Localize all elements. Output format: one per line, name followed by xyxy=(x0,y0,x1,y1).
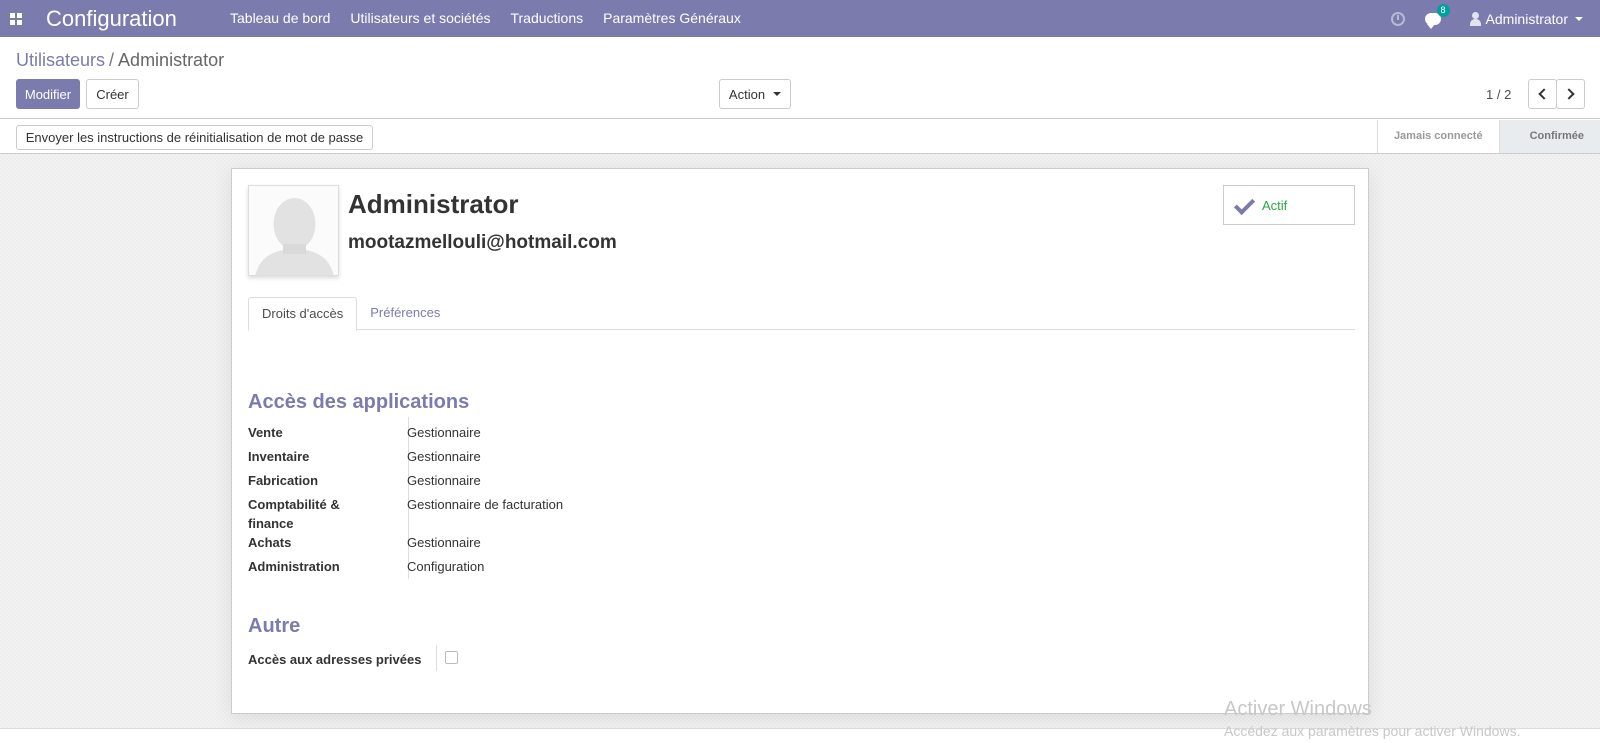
field-label: Vente xyxy=(248,425,283,440)
app-title: Configuration xyxy=(46,5,177,31)
breadcrumb-separator: / xyxy=(109,50,115,70)
field-label: Comptabilité & finance xyxy=(248,497,340,531)
check-icon xyxy=(1232,194,1254,216)
user-avatar-image[interactable] xyxy=(248,185,339,276)
field-label: Achats xyxy=(248,535,292,550)
activity-clock-icon[interactable] xyxy=(1390,11,1405,26)
apps-menu-icon[interactable] xyxy=(10,12,22,25)
top-navbar: Configuration Tableau de bord Utilisateu… xyxy=(0,0,1600,37)
field-label: Inventaire xyxy=(248,449,310,464)
message-count-badge: 8 xyxy=(1436,3,1450,17)
control-panel: Utilisateurs / Administrator Modifier Crée… xyxy=(0,37,1600,119)
user-avatar-icon xyxy=(1469,11,1481,26)
user-email: mootazmellouli@hotmail.com xyxy=(348,232,617,253)
caret-down-icon xyxy=(773,92,782,96)
field-value[interactable]: Gestionnaire xyxy=(407,471,481,490)
field-separator-line xyxy=(436,645,437,671)
default-avatar-icon xyxy=(249,186,338,275)
tab-access-rights[interactable]: Droits d'accès xyxy=(248,297,358,331)
action-label: Action xyxy=(728,86,766,102)
field-label: Fabrication xyxy=(248,473,319,488)
menu-item-general-settings[interactable]: Paramètres Généraux xyxy=(593,0,751,37)
windows-activation-subtitle: Accédez aux paramètres pour activer Wind… xyxy=(1224,723,1521,739)
menu-item-users-companies[interactable]: Utilisateurs et sociétés xyxy=(340,0,500,37)
user-menu[interactable]: Administrator xyxy=(1469,11,1583,27)
breadcrumb-current: Administrator xyxy=(118,50,225,70)
edit-button[interactable]: Modifier xyxy=(16,79,80,109)
status-steps: Jamais connecté Confirmée xyxy=(1376,120,1600,153)
main-menu: Tableau de bord Utilisateurs et sociétés… xyxy=(220,0,751,37)
chevron-left-icon xyxy=(1538,88,1550,100)
field-value[interactable]: Gestionnaire xyxy=(407,423,481,442)
field-value[interactable]: Gestionnaire de facturation xyxy=(407,495,563,514)
field-value[interactable]: Gestionnaire xyxy=(407,533,481,552)
form-statusbar: Envoyer les instructions de réinitialisa… xyxy=(0,120,1600,154)
user-name-heading: Administrator xyxy=(348,189,519,219)
pager-previous-button[interactable] xyxy=(1528,79,1557,109)
form-tabs: Droits d'accès Préférences xyxy=(248,297,1355,331)
pager-next-button[interactable] xyxy=(1556,79,1585,109)
chevron-right-icon xyxy=(1563,88,1575,100)
section-title-applications: Accès des applications xyxy=(248,391,470,413)
menu-item-translations[interactable]: Traductions xyxy=(500,0,593,37)
tab-preferences[interactable]: Préférences xyxy=(357,297,453,330)
active-toggle-button[interactable]: Actif xyxy=(1223,185,1355,225)
breadcrumb: Utilisateurs / Administrator xyxy=(16,50,224,71)
field-label: Accès aux adresses privées xyxy=(248,652,422,667)
section-title-other: Autre xyxy=(248,615,301,637)
form-sheet: Administrator mootazmellouli@hotmail.com… xyxy=(231,168,1369,714)
reset-password-button[interactable]: Envoyer les instructions de réinitialisa… xyxy=(16,125,373,150)
messaging-menu[interactable]: 8 xyxy=(1424,3,1450,29)
navbar-systray: 8 Administrator xyxy=(1390,0,1600,37)
active-label: Actif xyxy=(1262,197,1288,213)
field-value[interactable]: Gestionnaire xyxy=(407,447,481,466)
menu-item-dashboard[interactable]: Tableau de bord xyxy=(220,0,340,37)
caret-down-icon xyxy=(1575,16,1583,21)
status-step-never-connected: Jamais connecté xyxy=(1376,120,1499,153)
status-step-confirmed: Confirmée xyxy=(1498,120,1600,153)
field-value[interactable]: Configuration xyxy=(407,557,484,576)
breadcrumb-users-link[interactable]: Utilisateurs xyxy=(16,50,105,70)
create-button[interactable]: Créer xyxy=(86,79,139,109)
private-address-checkbox[interactable] xyxy=(445,651,458,664)
user-menu-name: Administrator xyxy=(1485,10,1568,27)
pager-value[interactable]: 1 / 2 xyxy=(1486,87,1511,102)
windows-activation-title: Activer Windows xyxy=(1224,698,1372,720)
field-label: Administration xyxy=(248,559,340,574)
action-dropdown-button[interactable]: Action xyxy=(719,79,791,109)
